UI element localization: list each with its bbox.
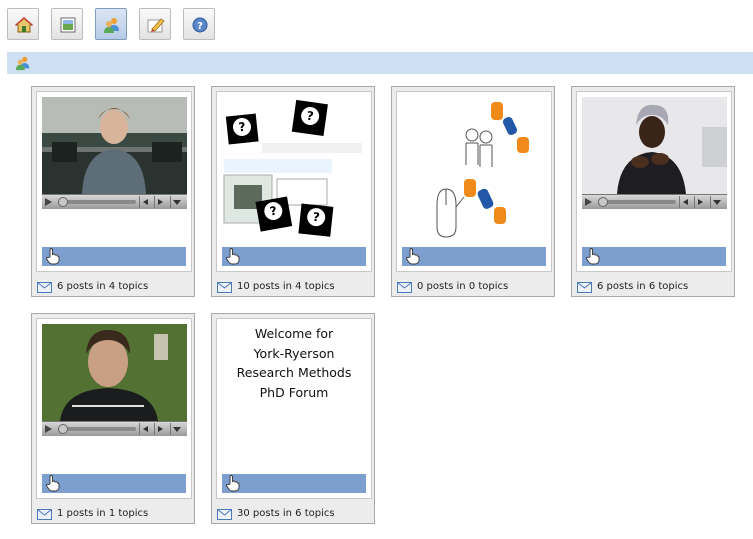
seek-handle[interactable] [58, 424, 68, 434]
video-frame [42, 324, 187, 421]
forum-stats-text: 30 posts in 6 topics [237, 508, 335, 519]
rewind-icon[interactable] [139, 423, 152, 435]
forum-card: 0 posts in 0 topics [391, 86, 555, 297]
forum-thumbnail [402, 97, 547, 238]
forward-icon[interactable] [694, 196, 707, 208]
hand-pointer-icon [226, 248, 240, 265]
envelope-icon [217, 282, 232, 293]
hand-pointer-icon [46, 248, 60, 265]
home-button[interactable] [7, 8, 39, 40]
users-icon [104, 18, 119, 33]
forum-stats-text: 0 posts in 0 topics [417, 281, 509, 292]
video-controls [42, 194, 187, 209]
forum-card: 6 posts in 4 topics [31, 86, 195, 297]
video-player[interactable] [582, 97, 727, 212]
open-forum-button[interactable] [42, 474, 186, 493]
video-controls [582, 194, 727, 209]
help-icon: ? [192, 17, 208, 33]
play-icon[interactable] [585, 198, 592, 206]
video-player[interactable] [42, 97, 187, 212]
seek-track[interactable] [598, 200, 676, 204]
chevron-down-icon[interactable] [170, 196, 183, 208]
forum-stats-text: 1 posts in 1 topics [57, 508, 149, 519]
forward-icon[interactable] [154, 196, 167, 208]
edit-button[interactable] [139, 8, 171, 40]
card-content: ? ? ? ? [216, 91, 372, 272]
video-frame [582, 97, 727, 194]
hand-pointer-icon [406, 248, 420, 265]
welcome-line: York-Ryerson [253, 345, 335, 361]
welcome-text: Welcome for York-Ryerson Research Method… [217, 324, 371, 402]
envelope-icon [577, 282, 592, 293]
forum-card: 6 posts in 6 topics [571, 86, 735, 297]
forum-card: ? ? ? ? 10 posts in 4 topics [211, 86, 375, 297]
card-content [36, 91, 192, 272]
card-content [396, 91, 552, 272]
seek-handle[interactable] [58, 197, 68, 207]
users-icon [15, 56, 30, 71]
forum-stats-text: 6 posts in 4 topics [57, 281, 149, 292]
users-button[interactable] [95, 8, 127, 40]
open-forum-button[interactable] [582, 247, 726, 266]
envelope-icon [37, 282, 52, 293]
hand-pointer-icon [226, 475, 240, 492]
forum-card: Welcome for York-Ryerson Research Method… [211, 313, 375, 524]
home-icon [15, 17, 33, 33]
card-content [36, 318, 192, 499]
open-forum-button[interactable] [402, 247, 546, 266]
forward-icon[interactable] [154, 423, 167, 435]
open-forum-button[interactable] [42, 247, 186, 266]
video-frame [42, 97, 187, 194]
envelope-icon [397, 282, 412, 293]
card-content [576, 91, 732, 272]
welcome-line: Research Methods [236, 365, 352, 380]
welcome-line: PhD Forum [259, 384, 329, 400]
play-icon[interactable] [45, 198, 52, 206]
picture-button[interactable] [51, 8, 83, 40]
forum-thumbnail: ? ? ? ? [222, 97, 367, 242]
rewind-icon[interactable] [679, 196, 692, 208]
envelope-icon [37, 509, 52, 520]
edit-icon [147, 18, 165, 33]
chevron-down-icon[interactable] [710, 196, 723, 208]
hand-pointer-icon [586, 248, 600, 265]
card-content: Welcome for York-Ryerson Research Method… [216, 318, 372, 499]
forum-card: 1 posts in 1 topics [31, 313, 195, 524]
rewind-icon[interactable] [139, 196, 152, 208]
section-header [7, 52, 753, 74]
seek-track[interactable] [58, 200, 136, 204]
chevron-down-icon[interactable] [170, 423, 183, 435]
forum-stats-text: 10 posts in 4 topics [237, 281, 335, 292]
svg-text:?: ? [197, 21, 203, 32]
video-player[interactable] [42, 324, 187, 439]
hand-pointer-icon [46, 475, 60, 492]
help-button[interactable]: ? [183, 8, 215, 40]
open-forum-button[interactable] [222, 474, 366, 493]
open-forum-button[interactable] [222, 247, 366, 266]
welcome-line: Welcome for [254, 326, 334, 341]
envelope-icon [217, 509, 232, 520]
picture-icon [60, 17, 76, 33]
video-controls [42, 421, 187, 436]
seek-handle[interactable] [598, 197, 608, 207]
forum-stats-text: 6 posts in 6 topics [597, 281, 689, 292]
play-icon[interactable] [45, 425, 52, 433]
seek-track[interactable] [58, 427, 136, 431]
